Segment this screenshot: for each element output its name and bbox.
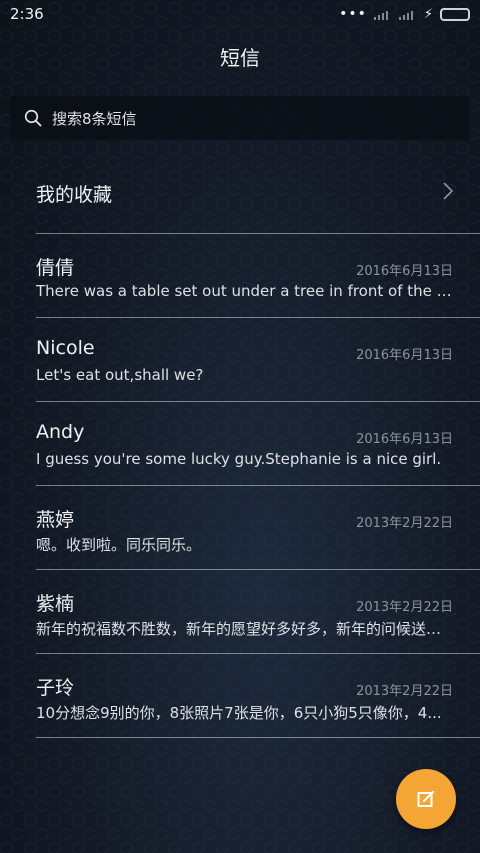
message-sender: Andy [36, 421, 85, 443]
page-title: 短信 [220, 46, 260, 70]
message-list: 倩倩 2016年6月13日 There was a table set out … [36, 234, 480, 738]
message-date: 2016年6月13日 [356, 432, 453, 447]
status-time: 2:36 [10, 5, 44, 23]
message-item[interactable]: 紫楠 2013年2月22日 新年的祝福数不胜数，新年的愿望好多好多，新年的问候送… [36, 570, 480, 654]
message-sender: 倩倩 [36, 257, 75, 279]
message-sender: 子玲 [36, 677, 75, 699]
message-date: 2013年2月22日 [356, 684, 453, 699]
message-item[interactable]: 燕婷 2013年2月22日 嗯。收到啦。同乐同乐。 [36, 486, 480, 570]
message-snippet: Let's eat out,shall we? [36, 366, 204, 384]
search-bar[interactable]: 搜索8条短信 [10, 96, 470, 140]
message-sender: 燕婷 [36, 509, 75, 531]
message-snippet: 10分想念9别的你，8张照片7张是你，6只小狗5只像你，4... [36, 704, 442, 722]
message-date: 2016年6月13日 [356, 348, 453, 363]
message-date: 2013年2月22日 [356, 600, 453, 615]
message-snippet: 嗯。收到啦。同乐同乐。 [36, 536, 202, 554]
message-date: 2013年2月22日 [356, 516, 453, 531]
message-item[interactable]: Nicole 2016年6月13日 Let's eat out,shall we… [36, 318, 480, 402]
status-bar: 2:36 ••• ⚡ [0, 0, 480, 28]
status-icons: ••• ⚡ [339, 6, 470, 22]
message-snippet: 新年的祝福数不胜数，新年的愿望好多好多，新年的问候送给你... [36, 620, 454, 638]
compose-icon [417, 790, 435, 807]
message-date: 2016年6月13日 [356, 264, 453, 279]
favorites-label: 我的收藏 [36, 184, 113, 206]
chevron-right-icon [443, 182, 454, 200]
message-item[interactable]: 倩倩 2016年6月13日 There was a table set out … [36, 234, 480, 318]
message-item[interactable]: 子玲 2013年2月22日 10分想念9别的你，8张照片7张是你，6只小狗5只像… [36, 654, 480, 738]
more-dots-icon: ••• [339, 6, 367, 22]
signal-icon [373, 8, 392, 20]
message-snippet: I guess you're some lucky guy.Stephanie … [36, 450, 442, 468]
message-item[interactable]: Andy 2016年6月13日 I guess you're some luck… [36, 402, 480, 486]
message-sender: Nicole [36, 337, 95, 359]
compose-button[interactable] [396, 769, 456, 829]
battery-icon [440, 7, 470, 21]
message-sender: 紫楠 [36, 593, 75, 615]
favorites-row[interactable]: 我的收藏 [36, 168, 480, 234]
search-input[interactable]: 搜索8条短信 [52, 108, 137, 129]
charging-icon: ⚡ [423, 6, 433, 22]
search-icon [24, 109, 42, 127]
message-snippet: There was a table set out under a tree i… [36, 282, 454, 300]
signal-icon [398, 8, 417, 20]
